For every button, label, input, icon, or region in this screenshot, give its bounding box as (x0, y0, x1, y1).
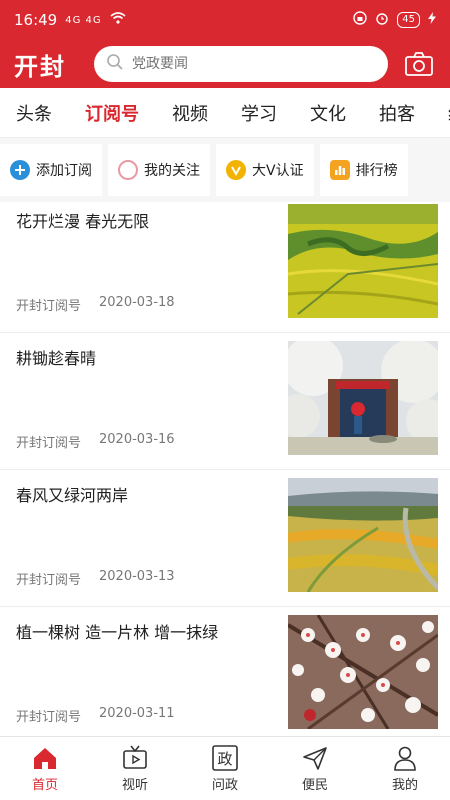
nav-services[interactable]: 便民 (270, 737, 360, 800)
subscription-actions: 添加订阅 我的关注 大V认证 排行榜 (0, 138, 450, 202)
verification-label: 大V认证 (252, 163, 304, 179)
nav-politics[interactable]: 政 问政 (180, 737, 270, 800)
article-source: 开封订阅号 (16, 710, 82, 725)
article-source: 开封订阅号 (16, 436, 82, 451)
article-thumbnail (288, 615, 438, 729)
add-icon (10, 160, 30, 180)
camera-icon (405, 52, 433, 76)
tab-subscriptions[interactable]: 订阅号 (85, 100, 139, 126)
nav-home[interactable]: 首页 (0, 737, 90, 800)
my-follows-button[interactable]: 我的关注 (108, 144, 210, 196)
circle-icon (118, 160, 138, 180)
article-item[interactable]: 花开烂漫 春光无限 开封订阅号 2020-03-18 (0, 196, 450, 333)
search-icon (106, 53, 124, 75)
article-date: 2020-03-11 (99, 706, 175, 721)
article-date: 2020-03-13 (99, 569, 175, 584)
nav-media[interactable]: 视听 (90, 737, 180, 800)
ranking-icon (329, 160, 350, 180)
article-item[interactable]: 耕锄趁春晴 开封订阅号 2020-03-16 (0, 333, 450, 470)
nav-home-label: 首页 (31, 778, 58, 793)
charging-icon (428, 12, 436, 28)
nav-politics-label: 问政 (211, 778, 238, 793)
send-icon (303, 747, 327, 770)
article-item[interactable]: 植一棵树 造一片林 增一抹绿 开封订阅号 2020-03-11 (0, 607, 450, 736)
nav-profile[interactable]: 我的 (360, 737, 450, 800)
article-source: 开封订阅号 (16, 573, 82, 588)
article-date: 2020-03-18 (99, 295, 175, 310)
nav-services-label: 便民 (301, 778, 328, 793)
search-input[interactable] (132, 56, 376, 72)
status-time: 16:49 (14, 11, 58, 29)
camera-button[interactable] (402, 49, 436, 79)
article-date: 2020-03-16 (99, 432, 175, 447)
nav-profile-label: 我的 (391, 778, 418, 793)
nav-media-label: 视听 (121, 778, 148, 793)
add-subscription-button[interactable]: 添加订阅 (0, 144, 102, 196)
bottom-navigation: 首页 视听 政 问政 便民 我的 (0, 736, 450, 800)
article-thumbnail (288, 204, 438, 318)
wifi-icon (110, 12, 126, 28)
ranking-label: 排行榜 (355, 163, 398, 179)
politics-icon: 政 (212, 745, 238, 771)
tab-photographers[interactable]: 拍客 (379, 100, 415, 126)
article-thumbnail (288, 341, 438, 455)
article-source: 开封订阅号 (16, 299, 82, 314)
home-icon (34, 748, 56, 769)
tab-culture[interactable]: 文化 (310, 100, 346, 126)
verified-icon (226, 160, 246, 180)
app-header: 开封 (0, 40, 450, 88)
article-title: 花开烂漫 春光无限 (16, 212, 150, 231)
article-thumbnail (288, 478, 438, 592)
my-follows-label: 我的关注 (144, 163, 200, 179)
add-subscription-label: 添加订阅 (36, 163, 92, 179)
user-icon (394, 746, 416, 771)
lock-icon (353, 11, 367, 29)
tv-icon (123, 745, 147, 769)
category-tabs: 头条 订阅号 视频 学习 文化 拍客 经 (0, 88, 450, 138)
status-bar: 16:49 4G 4G 45 (0, 0, 450, 40)
tab-video[interactable]: 视频 (172, 100, 208, 126)
alarm-icon (375, 11, 389, 29)
article-title: 耕锄趁春晴 (16, 349, 97, 368)
article-title: 春风又绿河两岸 (16, 486, 129, 505)
app-logo[interactable]: 开封 (14, 47, 80, 82)
battery-icon: 45 (397, 12, 420, 28)
article-item[interactable]: 春风又绿河两岸 开封订阅号 2020-03-13 (0, 470, 450, 607)
search-bar[interactable] (94, 46, 388, 82)
signal-icon: 4G 4G (65, 14, 102, 26)
svg-text:政: 政 (217, 750, 232, 768)
tab-study[interactable]: 学习 (241, 100, 277, 126)
tab-headlines[interactable]: 头条 (16, 100, 52, 126)
verification-button[interactable]: 大V认证 (216, 144, 314, 196)
ranking-button[interactable]: 排行榜 (319, 144, 408, 196)
article-feed: 花开烂漫 春光无限 开封订阅号 2020-03-18 耕锄趁春晴 开封订阅号 2… (0, 196, 450, 736)
article-title: 植一棵树 造一片林 增一抹绿 (16, 623, 219, 642)
